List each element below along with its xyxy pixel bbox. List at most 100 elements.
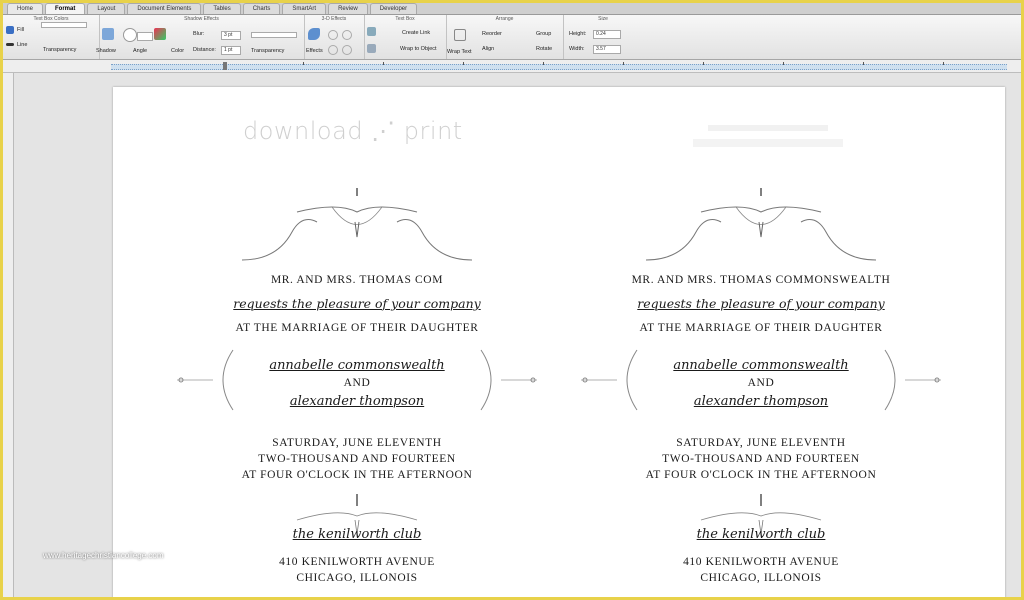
and-word: AND	[343, 377, 371, 389]
link-icon[interactable]	[367, 27, 376, 36]
distance-label: Distance:	[193, 47, 216, 53]
faded-header	[688, 117, 848, 153]
align-button[interactable]: Align	[482, 46, 494, 52]
text-direction-icon[interactable]	[367, 44, 376, 53]
group-text-box: Text Box Create Link Wrap to Object	[364, 15, 447, 59]
fill-label[interactable]: Fill	[17, 27, 24, 33]
vertical-ruler[interactable]	[3, 73, 14, 597]
tilt-down-icon[interactable]	[342, 45, 352, 55]
tab-developer[interactable]: Developer	[369, 3, 418, 14]
tilt-up-icon[interactable]	[328, 45, 338, 55]
ruler-tick	[463, 62, 464, 65]
tab-home[interactable]: Home	[7, 3, 44, 14]
request-line: requests the pleasure of your company	[233, 296, 481, 311]
horizontal-ruler[interactable]	[3, 60, 1021, 73]
group-button[interactable]: Group	[536, 31, 551, 37]
angle-icon[interactable]	[123, 28, 137, 42]
group-title: Text Box	[395, 16, 415, 22]
groom-name: alexander thompson	[693, 394, 829, 409]
fill-icon[interactable]	[6, 26, 14, 34]
group-3d-effects: 3-D Effects Effects	[304, 15, 365, 59]
group-title: Arrange	[495, 16, 514, 22]
address-line: 410 KENILWORTH AVENUE	[279, 556, 435, 568]
date-line-2: TWO-THOUSAND AND FOURTEEN	[662, 453, 860, 465]
wrap-to-object-label[interactable]: Wrap to Object	[400, 46, 437, 52]
ruler-tick	[303, 62, 304, 65]
ruler-tick	[383, 62, 384, 65]
blur-label: Blur:	[193, 31, 205, 37]
rotate-button[interactable]: Rotate	[536, 46, 552, 52]
ruler-tick	[863, 62, 864, 65]
width-input[interactable]: 3.57	[593, 45, 621, 54]
ornament-top	[241, 188, 473, 261]
brand-logo: download ⋰ print	[243, 117, 463, 145]
ruler-tick	[543, 62, 544, 65]
host-line: MR. AND MRS. THOMAS COMMONSWEALTH	[631, 274, 891, 286]
group-text-box-colors: Text Box Colors Fill Line Transparency	[3, 15, 100, 59]
time-line: AT FOUR O'CLOCK IN THE AFTERNOON	[645, 469, 877, 481]
color-icon[interactable]	[154, 28, 166, 40]
transparency-slider[interactable]	[41, 22, 87, 28]
group-title: Size	[598, 16, 608, 22]
shadow-transparency-label: Transparency	[251, 48, 285, 54]
host-line: MR. AND MRS. THOMAS COM	[270, 274, 444, 286]
watermark-url: www.heritagechristiancollege.com	[43, 551, 164, 560]
tab-document-elements[interactable]: Document Elements	[127, 3, 202, 14]
date-line-1: SATURDAY, JUNE ELEVENTH	[272, 437, 442, 449]
venue-name: the kenilworth club	[292, 527, 422, 542]
wrap-text-label[interactable]: Wrap Text	[447, 49, 472, 55]
ornament-top	[645, 188, 877, 261]
city-line: CHICAGO, ILLONOIS	[296, 572, 418, 584]
address-line: 410 KENILWORTH AVENUE	[683, 556, 839, 568]
invitation-card-left[interactable]: MR. AND MRS. THOMAS COM requests the ple…	[177, 182, 537, 597]
shadow-icon[interactable]	[102, 28, 114, 40]
angle-input[interactable]	[137, 32, 153, 41]
tab-review[interactable]: Review	[328, 3, 368, 14]
time-line: AT FOUR O'CLOCK IN THE AFTERNOON	[241, 469, 473, 481]
venue-name: the kenilworth club	[696, 527, 826, 542]
date-line-1: SATURDAY, JUNE ELEVENTH	[676, 437, 846, 449]
effects-label[interactable]: Effects	[306, 48, 323, 54]
tab-charts[interactable]: Charts	[242, 3, 281, 14]
request-line: requests the pleasure of your company	[637, 296, 885, 311]
ribbon: Text Box Colors Fill Line Transparency S…	[3, 15, 1021, 60]
tab-layout[interactable]: Layout	[87, 3, 126, 14]
occasion-line: AT THE MARRIAGE OF THEIR DAUGHTER	[235, 322, 479, 334]
height-label: Height:	[569, 31, 587, 37]
tilt-right-icon[interactable]	[342, 30, 352, 40]
create-link-label[interactable]: Create Link	[402, 30, 430, 36]
ruler-tick	[783, 62, 784, 65]
reorder-button[interactable]: Reorder	[482, 31, 502, 37]
faded-header-graphic	[693, 125, 843, 147]
ruler-tick	[623, 62, 624, 65]
group-title: Shadow Effects	[184, 16, 219, 22]
blur-input[interactable]: 3 pt	[221, 31, 241, 40]
shadow-label[interactable]: Shadow	[96, 48, 116, 54]
line-label[interactable]: Line	[17, 42, 27, 48]
city-line: CHICAGO, ILLONOIS	[700, 572, 822, 584]
shadow-transparency-slider[interactable]	[251, 32, 297, 38]
angle-label: Angle	[133, 48, 148, 54]
ribbon-tabs: Home Format Layout Document Elements Tab…	[3, 3, 1021, 15]
width-label: Width:	[569, 46, 585, 52]
bride-name: annabelle commonswealth	[269, 358, 445, 373]
line-icon[interactable]	[6, 43, 14, 46]
date-line-2: TWO-THOUSAND AND FOURTEEN	[258, 453, 456, 465]
tab-smartart[interactable]: SmartArt	[282, 3, 327, 14]
groom-name: alexander thompson	[289, 394, 425, 409]
wrap-text-icon[interactable]	[454, 29, 466, 41]
indent-marker[interactable]	[223, 62, 227, 70]
document-page[interactable]: download ⋰ print MR. AND MRS. THOMAS COM…	[113, 87, 1005, 597]
invitation-card-right[interactable]: MR. AND MRS. THOMAS COMMONSWEALTH reques…	[581, 182, 941, 597]
and-word: AND	[747, 377, 775, 389]
ruler-tick	[943, 62, 944, 65]
height-input[interactable]: 0.24	[593, 30, 621, 39]
effects-icon[interactable]	[308, 28, 320, 40]
tab-format[interactable]: Format	[45, 3, 86, 14]
occasion-line: AT THE MARRIAGE OF THEIR DAUGHTER	[639, 322, 883, 334]
distance-input[interactable]: 1 pt	[221, 46, 241, 55]
tab-tables[interactable]: Tables	[203, 3, 241, 14]
tilt-left-icon[interactable]	[328, 30, 338, 40]
ruler-tick	[703, 62, 704, 65]
ruler-track	[111, 64, 1007, 70]
